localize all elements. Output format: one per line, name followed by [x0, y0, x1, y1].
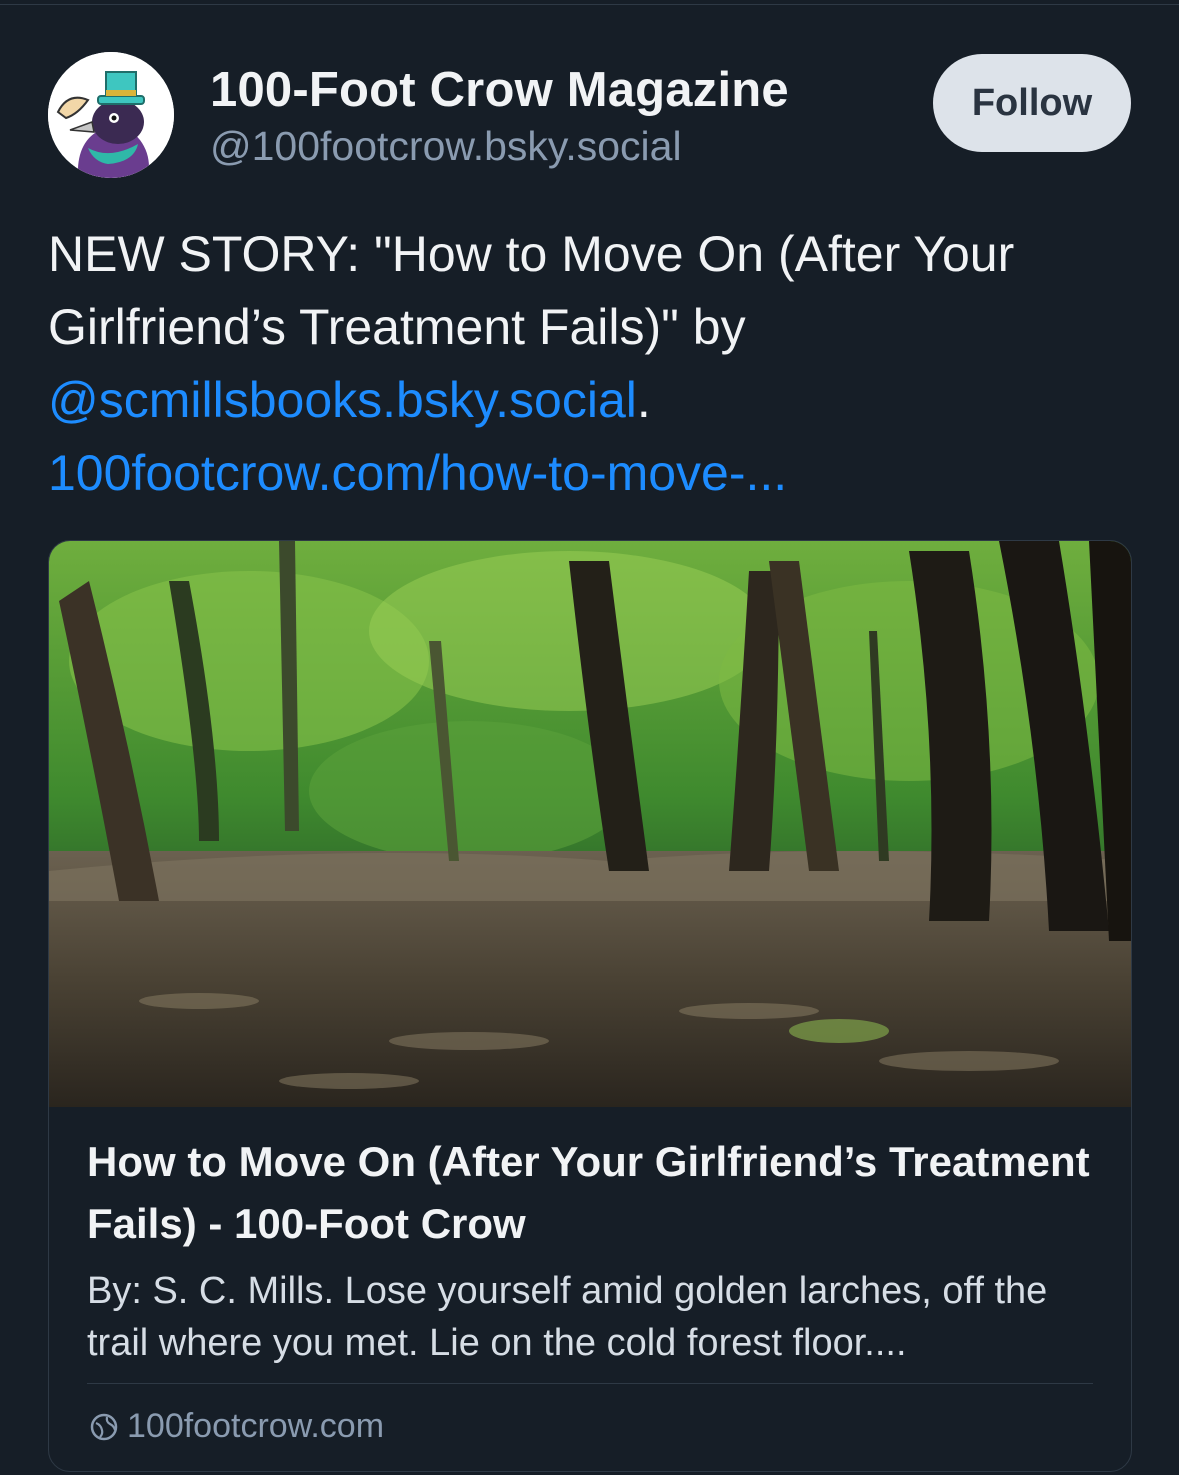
story-link[interactable]: 100footcrow.com/how-to-move-... — [48, 445, 787, 501]
crow-avatar-icon — [48, 52, 174, 178]
post-text: NEW STORY: "How to Move On (After Your G… — [48, 218, 1138, 510]
post-text-body: NEW STORY: "How to Move On (After Your G… — [48, 226, 1015, 355]
author-info: 100-Foot Crow Magazine @100footcrow.bsky… — [210, 62, 789, 172]
post-text-period: . — [636, 372, 651, 428]
globe-icon — [90, 1413, 118, 1440]
follow-button[interactable]: Follow — [933, 54, 1131, 152]
top-divider — [0, 4, 1179, 5]
link-preview-body: How to Move On (After Your Girlfriend’s … — [87, 1131, 1093, 1369]
link-preview-domain: 100footcrow.com — [89, 1407, 384, 1446]
mention-link[interactable]: @scmillsbooks.bsky.social — [48, 372, 637, 428]
link-preview-description: By: S. C. Mills. Lose yourself amid gold… — [87, 1270, 1048, 1364]
author-avatar[interactable] — [48, 52, 174, 178]
author-handle[interactable]: @100footcrow.bsky.social — [210, 120, 789, 172]
link-preview-title: How to Move On (After Your Girlfriend’s … — [87, 1138, 1090, 1247]
link-preview-card[interactable]: How to Move On (After Your Girlfriend’s … — [48, 540, 1132, 1472]
post-header: 100-Foot Crow Magazine @100footcrow.bsky… — [48, 52, 1131, 182]
link-preview-divider — [87, 1383, 1093, 1384]
author-display-name[interactable]: 100-Foot Crow Magazine — [210, 62, 789, 118]
forest-photo-image — [49, 541, 1131, 1107]
link-preview-domain-text: 100footcrow.com — [127, 1407, 385, 1445]
